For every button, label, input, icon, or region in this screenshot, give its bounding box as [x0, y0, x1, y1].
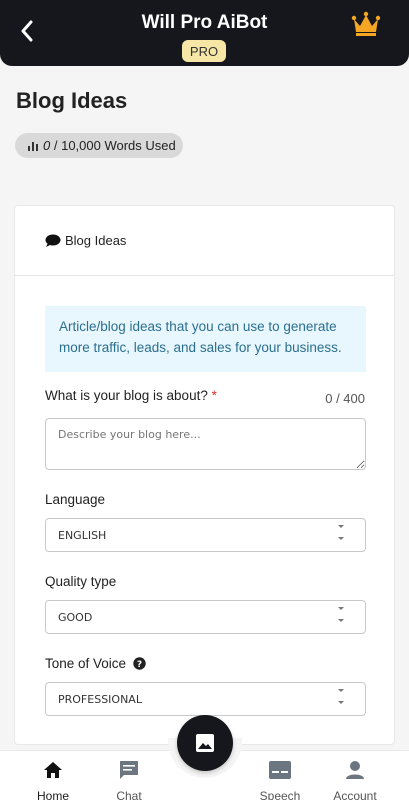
nav-chat-label: Chat [116, 789, 142, 800]
pro-badge: PRO [182, 40, 226, 62]
account-icon [346, 761, 364, 779]
select-arrows-icon [338, 689, 344, 704]
app-header: Will Pro AiBot PRO [0, 0, 409, 66]
tone-label: Tone of Voice ? [45, 656, 146, 671]
nav-speech-label: Speech [259, 789, 301, 800]
language-value: ENGLISH [58, 528, 107, 542]
nav-account-label: Account [333, 789, 377, 800]
chat-icon [120, 761, 138, 779]
topic-label-text: What is your blog is about? [45, 388, 208, 403]
words-used-badge: 0 / 10,000 Words Used [15, 133, 183, 158]
nav-home[interactable]: Home [23, 759, 83, 800]
speech-bubble-icon [45, 234, 61, 247]
words-total: / 10,000 Words Used [53, 138, 176, 153]
card-title: Blog Ideas [65, 233, 127, 248]
blog-topic-input[interactable] [45, 418, 366, 470]
tone-label-text: Tone of Voice [45, 656, 127, 671]
language-select[interactable]: ENGLISH [45, 518, 366, 552]
tone-select[interactable]: PROFESSIONAL [45, 682, 366, 716]
words-used-count: 0 [43, 138, 51, 153]
crown-icon [351, 11, 381, 36]
image-fab-button[interactable] [177, 715, 233, 771]
home-icon [44, 762, 62, 778]
speech-icon [269, 761, 291, 779]
nav-speech[interactable]: Speech [250, 759, 310, 800]
blog-ideas-card: Blog Ideas Article/blog ideas that you c… [14, 205, 395, 745]
svg-text:?: ? [137, 660, 142, 670]
quality-select[interactable]: GOOD [45, 600, 366, 634]
nav-chat[interactable]: Chat [99, 759, 159, 800]
bar-chart-icon [28, 141, 38, 151]
char-counter: 0 / 400 [325, 391, 365, 406]
help-icon[interactable]: ? [133, 657, 146, 670]
nav-account[interactable]: Account [325, 759, 385, 800]
tone-value: PROFESSIONAL [58, 692, 142, 706]
page-title: Blog Ideas [16, 88, 128, 113]
select-arrows-icon [338, 525, 344, 540]
crown-button[interactable] [351, 11, 381, 37]
language-label: Language [45, 492, 106, 507]
quality-label: Quality type [45, 574, 117, 589]
select-arrows-icon [338, 607, 344, 622]
topic-label: What is your blog is about? * [45, 388, 217, 403]
app-title: Will Pro AiBot [141, 12, 268, 33]
image-icon [196, 734, 214, 752]
nav-home-label: Home [36, 789, 69, 800]
quality-value: GOOD [58, 610, 93, 624]
card-header: Blog Ideas [15, 206, 394, 276]
required-mark: * [211, 388, 217, 403]
info-box: Article/blog ideas that you can use to g… [45, 306, 366, 372]
